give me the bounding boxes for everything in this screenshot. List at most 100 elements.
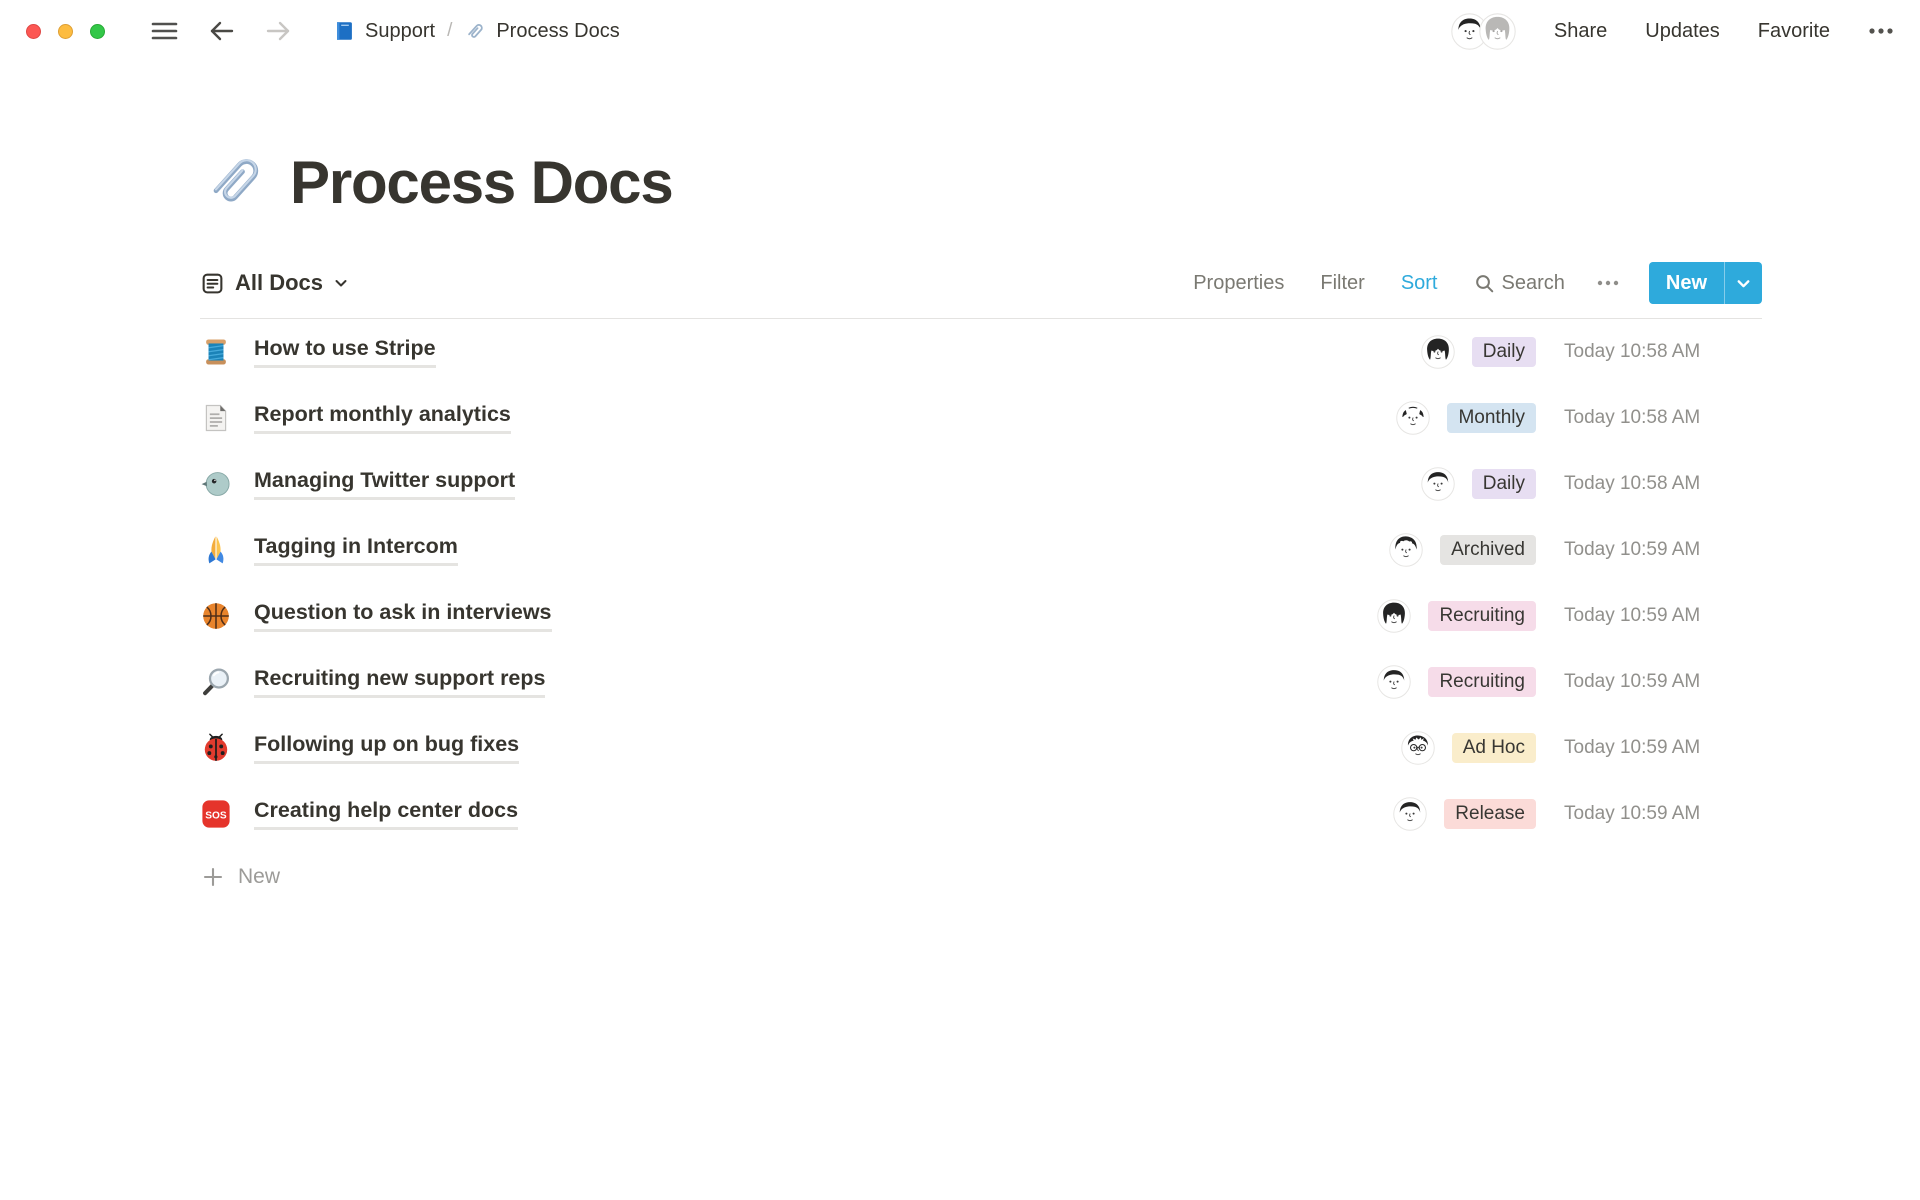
forward-arrow-icon[interactable] bbox=[265, 19, 292, 43]
paperclip-icon bbox=[464, 20, 487, 43]
row-meta: Recruiting Today 10:59 AM bbox=[1377, 599, 1762, 633]
view-more-options-icon[interactable] bbox=[1597, 280, 1619, 286]
last-edited-time: Today 10:58 AM bbox=[1564, 407, 1762, 429]
search-button[interactable]: Search bbox=[1474, 272, 1565, 295]
table-row[interactable]: Following up on bug fixes Ad Hoc Today 1… bbox=[200, 715, 1762, 781]
breadcrumb: Support / Process Docs bbox=[332, 19, 620, 43]
person-avatar[interactable] bbox=[1389, 533, 1423, 567]
last-edited-time: Today 10:58 AM bbox=[1564, 473, 1762, 495]
view-name: All Docs bbox=[235, 270, 323, 296]
new-button-group: New bbox=[1649, 262, 1762, 304]
collaborator-avatar bbox=[1479, 13, 1516, 50]
breadcrumb-support-label: Support bbox=[365, 20, 435, 43]
table-row[interactable]: Managing Twitter support Daily Today 10:… bbox=[200, 451, 1762, 517]
table-row[interactable]: Tagging in Intercom Archived Today 10:59… bbox=[200, 517, 1762, 583]
page-header: Process Docs bbox=[200, 146, 1762, 218]
close-window-button[interactable] bbox=[26, 24, 41, 39]
last-edited-time: Today 10:59 AM bbox=[1564, 605, 1762, 627]
add-new-row-label: New bbox=[238, 865, 280, 889]
updates-button[interactable]: Updates bbox=[1645, 20, 1720, 43]
row-meta: Daily Today 10:58 AM bbox=[1421, 467, 1762, 501]
search-icon bbox=[1474, 273, 1495, 294]
last-edited-time: Today 10:59 AM bbox=[1564, 671, 1762, 693]
person-avatar[interactable] bbox=[1421, 335, 1455, 369]
tag-badge[interactable]: Ad Hoc bbox=[1452, 733, 1536, 763]
doc-title-link[interactable]: Question to ask in interviews bbox=[254, 600, 552, 632]
page-content: Process Docs All Docs Properties Filter … bbox=[200, 146, 1762, 907]
breadcrumb-page-label: Process Docs bbox=[496, 20, 619, 43]
book-icon bbox=[332, 19, 356, 43]
table-row[interactable]: SOS Creating help center docs Release To… bbox=[200, 781, 1762, 847]
row-meta: Daily Today 10:58 AM bbox=[1421, 335, 1762, 369]
breadcrumb-separator: / bbox=[445, 20, 454, 42]
page-title: Process Docs bbox=[290, 148, 673, 217]
back-arrow-icon[interactable] bbox=[208, 19, 235, 43]
more-options-icon[interactable] bbox=[1868, 27, 1894, 35]
doc-title-link[interactable]: Creating help center docs bbox=[254, 798, 518, 830]
favorite-button[interactable]: Favorite bbox=[1758, 20, 1830, 43]
collaborator-avatars[interactable] bbox=[1451, 13, 1516, 50]
properties-button[interactable]: Properties bbox=[1193, 272, 1284, 295]
row-meta: Ad Hoc Today 10:59 AM bbox=[1401, 731, 1762, 765]
view-toolbar: All Docs Properties Filter Sort Search N… bbox=[200, 262, 1762, 319]
doc-title-link[interactable]: Recruiting new support reps bbox=[254, 666, 545, 698]
svg-text:SOS: SOS bbox=[205, 811, 227, 822]
sidebar-toggle-icon[interactable] bbox=[151, 20, 178, 42]
person-avatar[interactable] bbox=[1377, 599, 1411, 633]
last-edited-time: Today 10:59 AM bbox=[1564, 737, 1762, 759]
document-page-icon bbox=[200, 402, 232, 434]
doc-title-link[interactable]: How to use Stripe bbox=[254, 336, 436, 368]
praying-hands-icon bbox=[200, 534, 232, 566]
search-label: Search bbox=[1502, 272, 1565, 295]
person-avatar[interactable] bbox=[1377, 665, 1411, 699]
share-button[interactable]: Share bbox=[1554, 20, 1607, 43]
tag-badge[interactable]: Release bbox=[1444, 799, 1536, 829]
bird-icon bbox=[200, 468, 232, 500]
doc-title-link[interactable]: Managing Twitter support bbox=[254, 468, 515, 500]
table-row[interactable]: Report monthly analytics Monthly Today 1… bbox=[200, 385, 1762, 451]
paperclip-page-icon[interactable] bbox=[200, 146, 272, 218]
filter-button[interactable]: Filter bbox=[1320, 272, 1364, 295]
table-row[interactable]: How to use Stripe Daily Today 10:58 AM bbox=[200, 319, 1762, 385]
sos-sign-icon: SOS bbox=[200, 798, 232, 830]
last-edited-time: Today 10:59 AM bbox=[1564, 539, 1762, 561]
topbar-actions: Share Updates Favorite bbox=[1451, 13, 1894, 50]
view-selector[interactable]: All Docs bbox=[200, 270, 349, 296]
list-view-icon bbox=[200, 271, 225, 296]
magnifier-icon bbox=[200, 666, 232, 698]
tag-badge[interactable]: Monthly bbox=[1447, 403, 1536, 433]
person-avatar[interactable] bbox=[1401, 731, 1435, 765]
sort-button[interactable]: Sort bbox=[1401, 272, 1438, 295]
tag-badge[interactable]: Recruiting bbox=[1428, 601, 1536, 631]
person-avatar[interactable] bbox=[1396, 401, 1430, 435]
table-row[interactable]: Recruiting new support reps Recruiting T… bbox=[200, 649, 1762, 715]
doc-title-link[interactable]: Report monthly analytics bbox=[254, 402, 511, 434]
row-meta: Recruiting Today 10:59 AM bbox=[1377, 665, 1762, 699]
add-new-row-button[interactable]: New bbox=[200, 847, 1762, 907]
doc-title-link[interactable]: Following up on bug fixes bbox=[254, 732, 519, 764]
person-avatar[interactable] bbox=[1421, 467, 1455, 501]
tag-badge[interactable]: Daily bbox=[1472, 469, 1536, 499]
last-edited-time: Today 10:58 AM bbox=[1564, 341, 1762, 363]
chevron-down-icon bbox=[333, 275, 349, 291]
row-meta: Release Today 10:59 AM bbox=[1393, 797, 1762, 831]
new-dropdown-chevron-icon[interactable] bbox=[1725, 262, 1762, 304]
doc-title-link[interactable]: Tagging in Intercom bbox=[254, 534, 458, 566]
tag-badge[interactable]: Recruiting bbox=[1428, 667, 1536, 697]
table-row[interactable]: Question to ask in interviews Recruiting… bbox=[200, 583, 1762, 649]
breadcrumb-process-docs[interactable]: Process Docs bbox=[464, 20, 619, 43]
plus-icon bbox=[202, 866, 224, 888]
ladybug-icon bbox=[200, 732, 232, 764]
last-edited-time: Today 10:59 AM bbox=[1564, 803, 1762, 825]
tag-badge[interactable]: Archived bbox=[1440, 535, 1536, 565]
person-avatar[interactable] bbox=[1393, 797, 1427, 831]
thread-spool-icon bbox=[200, 336, 232, 368]
breadcrumb-support[interactable]: Support bbox=[332, 19, 435, 43]
minimize-window-button[interactable] bbox=[58, 24, 73, 39]
new-button[interactable]: New bbox=[1649, 262, 1724, 304]
zoom-window-button[interactable] bbox=[90, 24, 105, 39]
view-controls: Properties Filter Sort Search New bbox=[1157, 262, 1762, 304]
window-controls bbox=[26, 24, 105, 39]
basketball-icon bbox=[200, 600, 232, 632]
tag-badge[interactable]: Daily bbox=[1472, 337, 1536, 367]
